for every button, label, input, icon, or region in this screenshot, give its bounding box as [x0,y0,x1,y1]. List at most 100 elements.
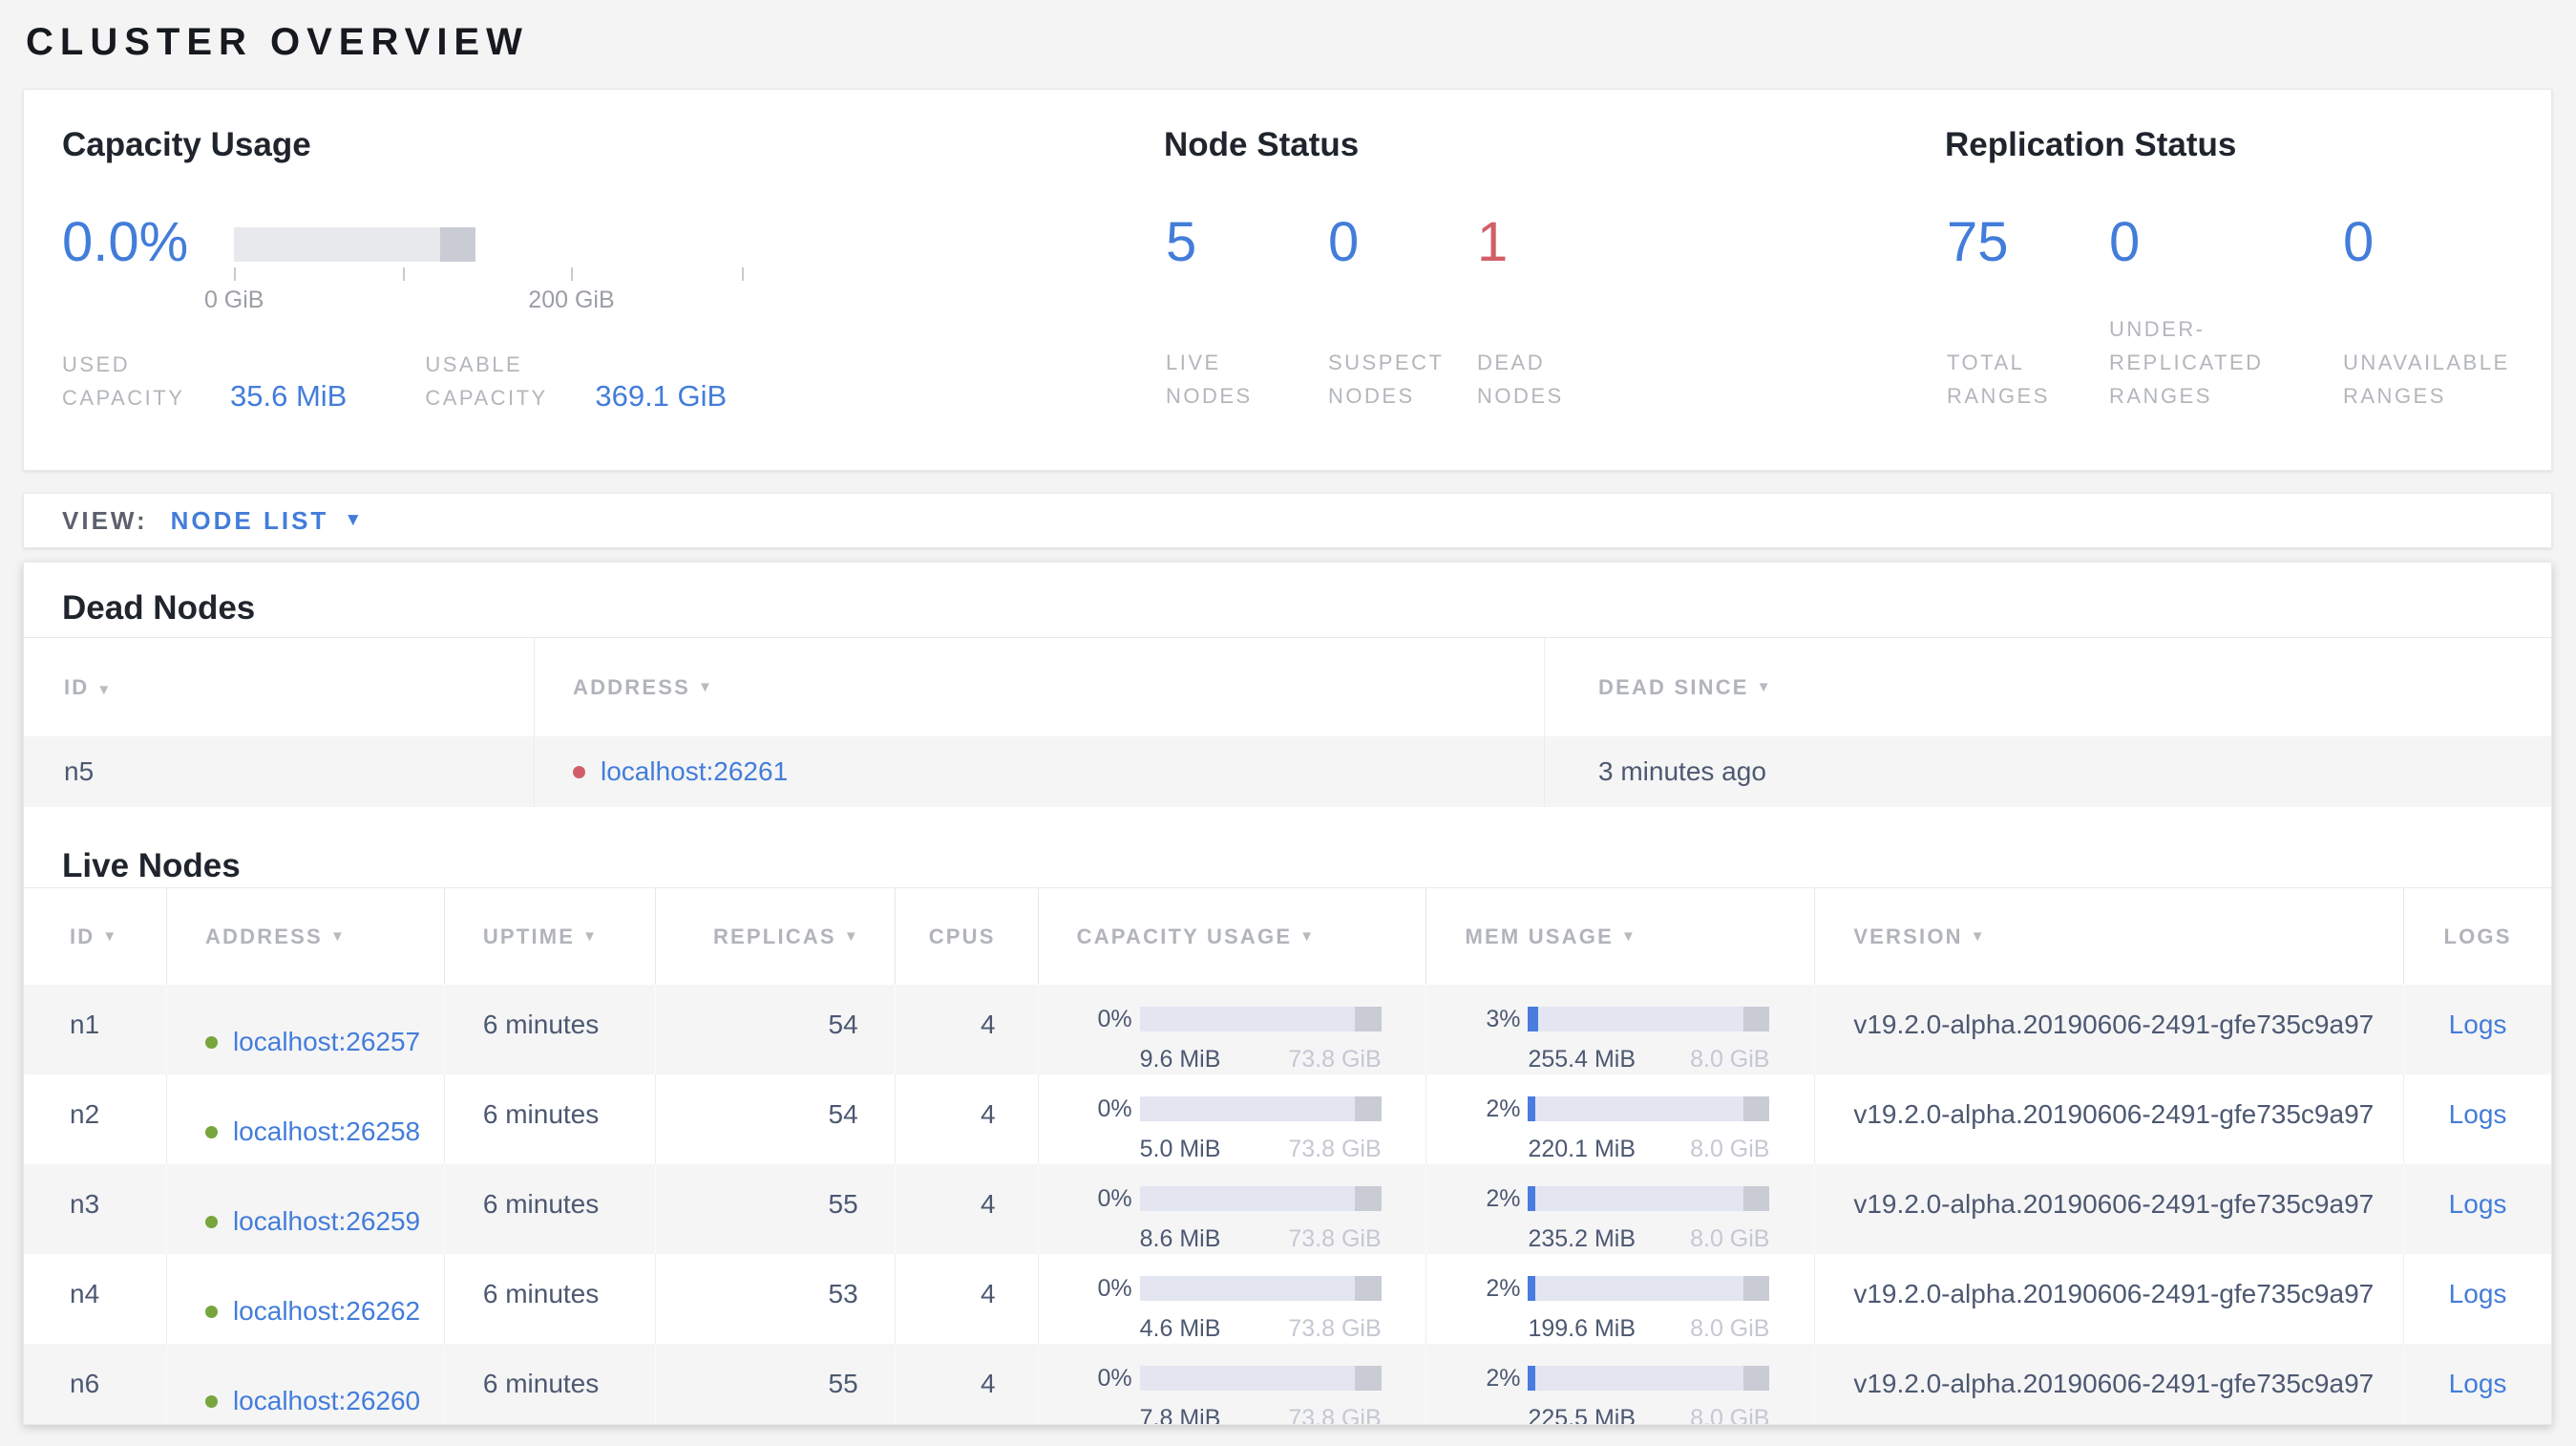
node-address-link[interactable]: localhost:26260 [233,1386,420,1416]
mem-bar-fill [1528,1276,1536,1301]
logs-link[interactable]: Logs [2449,1010,2507,1040]
sort-arrow-icon: ▼ [582,928,598,945]
stat-label: USED [62,352,131,376]
cluster-summary-panel: Capacity Usage 0.0% 0 GiB 200 GiB USED C… [23,89,2552,471]
mem-bar-fill [1528,1096,1536,1121]
live-status-dot-icon [204,1125,218,1138]
capacity-used-value: 9.6 MiB [1139,1046,1221,1073]
capacity-gauge-axis: 0 GiB 200 GiB [204,262,857,319]
replicas-value: 54 [828,1010,858,1039]
capacity-usage-title: Capacity Usage [62,126,311,163]
axis-tick [741,267,744,281]
capacity-used-value: 8.6 MiB [1139,1225,1221,1252]
axis-tick-label: 0 GiB [203,287,264,313]
total-ranges-count: 75 [1947,211,2009,273]
mem-percent: 2% [1486,1274,1521,1302]
stat-label: REPLICATED [2109,351,2264,374]
node-id: n3 [70,1189,100,1219]
capacity-bar-track [1139,1007,1382,1031]
axis-tick [571,267,574,281]
replicas-value: 55 [828,1189,858,1219]
stat-label: RANGES [1947,384,2050,408]
node-id: n1 [70,1010,100,1039]
sort-arrow-icon: ▼ [697,679,712,695]
live-status-dot-icon [204,1394,218,1408]
capacity-percent: 0% [1097,1095,1132,1122]
stat-label: NODES [1477,384,1564,408]
node-address-link[interactable]: localhost:26257 [233,1027,420,1057]
logs-link[interactable]: Logs [2449,1279,2507,1309]
table-row: n3 localhost:26259 6 minutes 55 4 0% 8.6… [24,1164,2551,1254]
column-header-address[interactable]: ADDRESS ▼ [165,888,444,985]
column-label: REPLICAS [712,924,836,948]
capacity-bar-reserved-segment [1354,1366,1382,1391]
mem-bar-fill [1528,1186,1536,1211]
mem-used-value: 235.2 MiB [1528,1225,1636,1252]
table-row: n1 localhost:26257 6 minutes 54 4 0% 9.6… [24,985,2551,1074]
axis-tick [234,267,237,281]
replication-status-title: Replication Status [1945,126,2237,163]
dead-nodes-table: ID ▼ ADDRESS ▼ DEAD SINCE ▼ n5 localhost:26… [24,637,2551,807]
mem-percent: 3% [1486,1005,1521,1032]
mem-bar-reserved-segment [1742,1096,1770,1121]
column-header-version[interactable]: VERSION ▼ [1814,888,2403,985]
node-address-link[interactable]: localhost:26258 [233,1116,420,1147]
column-header-id[interactable]: ID ▼ [24,675,534,700]
capacity-bar-reserved-segment [1354,1007,1382,1031]
mem-usage-cell: 2% 225.5 MiB 8.0 GiB [1425,1344,1814,1425]
dead-nodes-stat: 1 DEAD NODES [1477,206,1564,413]
capacity-gauge-track [234,227,476,262]
mem-total-value: 8.0 GiB [1690,1225,1770,1252]
mem-total-value: 8.0 GiB [1690,1405,1770,1425]
replicas-value: 53 [828,1279,858,1308]
unavailable-ranges-count: 0 [2343,211,2375,273]
mem-total-value: 8.0 GiB [1690,1315,1770,1342]
capacity-bar-track [1139,1186,1382,1211]
uptime-value: 6 minutes [482,1369,600,1398]
node-id: n5 [64,756,95,786]
column-label: ADDRESS [573,674,690,699]
capacity-usage-cell: 0% 5.0 MiB 73.8 GiB [1037,1074,1426,1164]
column-header-uptime[interactable]: UPTIME ▼ [443,888,655,985]
capacity-bar-reserved-segment [1354,1186,1382,1211]
column-header-dead-since[interactable]: DEAD SINCE ▼ [1544,638,2551,736]
node-address-link[interactable]: localhost:26259 [233,1206,420,1237]
view-mode-dropdown[interactable]: NODE LIST ▼ [171,506,362,536]
mem-percent: 2% [1486,1364,1521,1392]
logs-link[interactable]: Logs [2449,1189,2507,1220]
column-header-capacity-usage[interactable]: CAPACITY USAGE ▼ [1037,888,1426,985]
mem-used-value: 199.6 MiB [1528,1315,1636,1342]
version-value: v19.2.0-alpha.20190606-2491-gfe735c9a97 [1853,1369,2375,1398]
column-header-address[interactable]: ADDRESS ▼ [534,638,1544,736]
column-header-replicas[interactable]: REPLICAS ▼ [654,888,895,985]
mem-bar-track [1528,1007,1770,1031]
live-status-dot-icon [204,1035,218,1049]
stat-label: NODES [1166,384,1253,408]
usable-capacity-value: 369.1 GiB [595,379,728,413]
dead-nodes-title: Dead Nodes [62,589,256,627]
version-value: v19.2.0-alpha.20190606-2491-gfe735c9a97 [1853,1279,2375,1308]
capacity-usage-cell: 0% 8.6 MiB 73.8 GiB [1037,1164,1426,1254]
column-header-id[interactable]: ID ▼ [24,888,166,985]
capacity-bar-reserved-segment [1354,1276,1382,1301]
live-nodes-title: Live Nodes [62,847,241,884]
stat-label: SUSPECT [1328,351,1445,374]
column-header-mem-usage[interactable]: MEM USAGE ▼ [1425,888,1814,985]
node-id: n6 [70,1369,100,1398]
mem-bar-track [1528,1366,1770,1391]
cpus-value: 4 [981,1189,996,1219]
cpus-value: 4 [981,1099,996,1129]
node-address-link[interactable]: localhost:26261 [601,756,788,787]
capacity-bar-track [1139,1276,1382,1301]
mem-bar-reserved-segment [1742,1366,1770,1391]
node-status-title: Node Status [1164,126,1360,163]
capacity-percent: 0% [1097,1274,1132,1302]
node-address-link[interactable]: localhost:26262 [233,1296,420,1327]
table-row: n6 localhost:26260 6 minutes 55 4 0% 7.8… [24,1344,2551,1425]
sort-arrow-icon: ▼ [843,928,858,945]
nodes-panel: Dead Nodes ID ▼ ADDRESS ▼ DEAD SINCE ▼ n5 l… [23,562,2552,1425]
column-header-cpus[interactable]: CPUS [894,888,1038,985]
logs-link[interactable]: Logs [2449,1369,2507,1399]
logs-link[interactable]: Logs [2449,1099,2507,1130]
mem-bar-track [1528,1096,1770,1121]
